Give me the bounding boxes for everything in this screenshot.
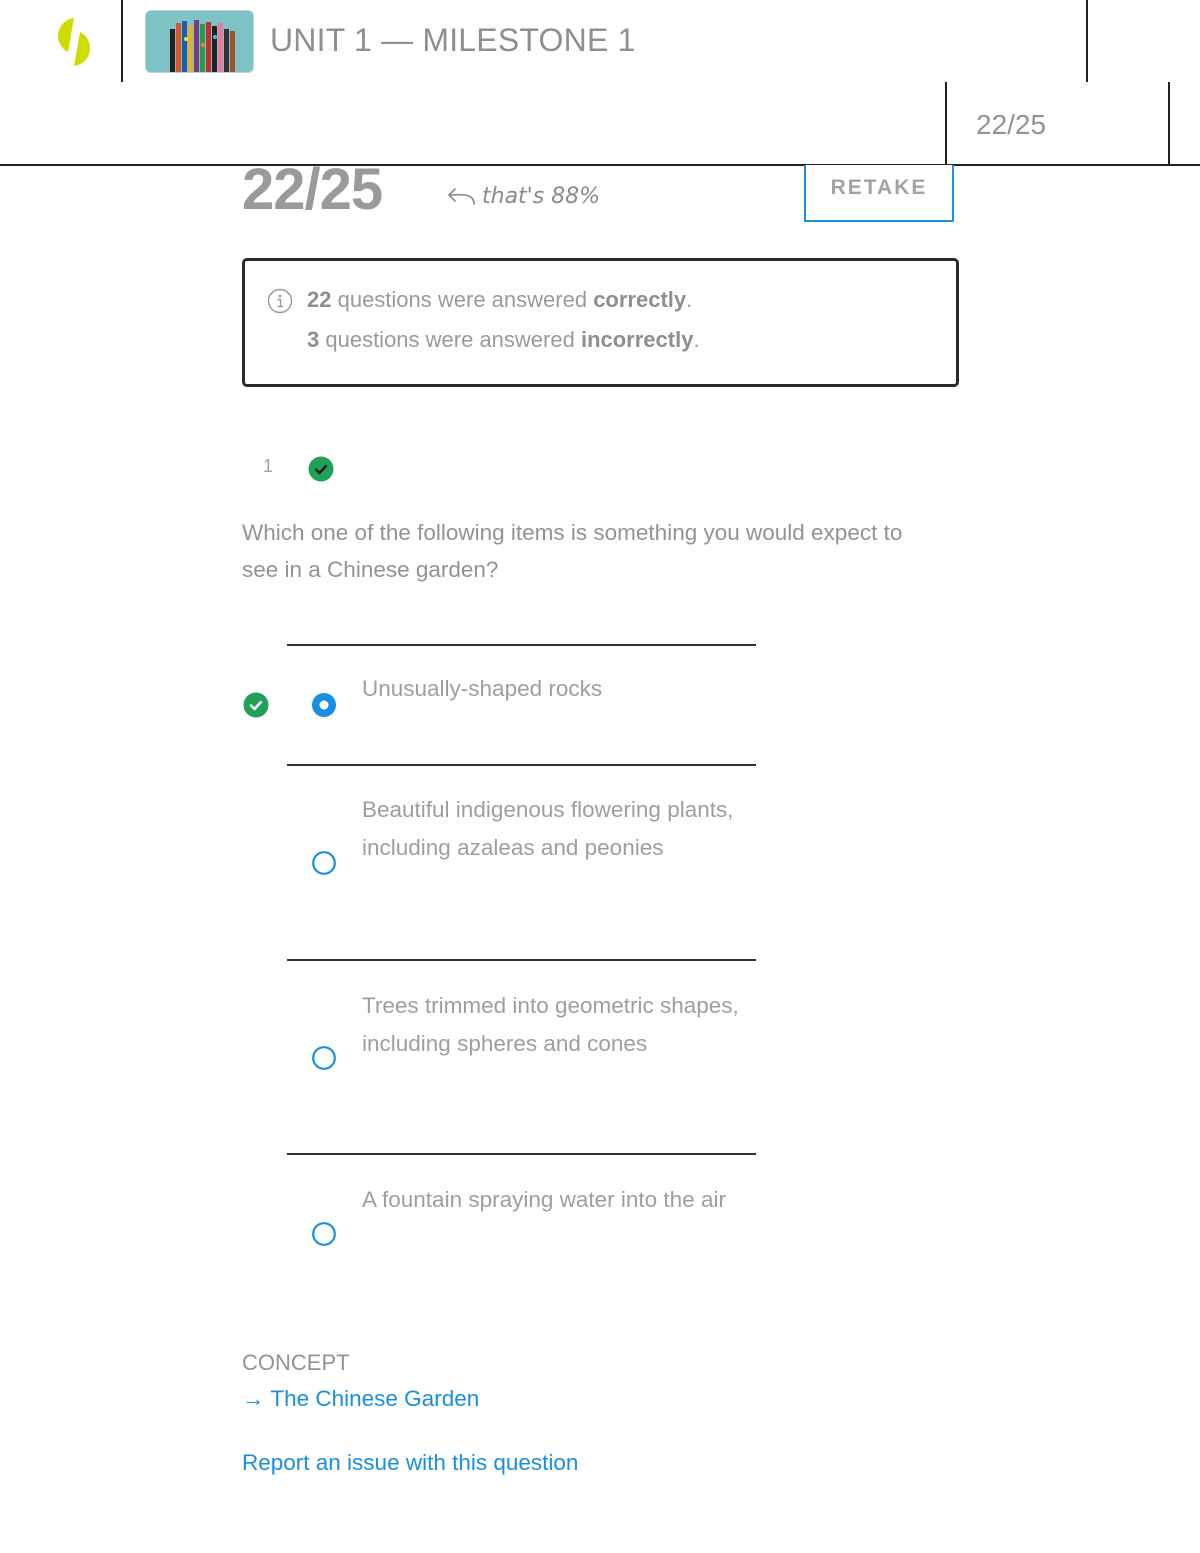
results-summary: 22 questions were answered correctly. 3 … — [242, 258, 959, 387]
summary-period: . — [686, 287, 693, 312]
correct-count: 22 — [307, 287, 332, 312]
curved-arrow-left-icon — [447, 187, 475, 205]
concept-link-text: The Chinese Garden — [270, 1386, 480, 1411]
result-score: 22/25 — [242, 157, 383, 222]
summary-correct: 22 questions were answered correctly. — [307, 287, 692, 313]
header-divider — [1086, 0, 1088, 82]
percent-note-text: that's 88% — [482, 184, 601, 209]
correct-answer-icon — [243, 692, 269, 718]
radio-unselected[interactable] — [312, 1222, 336, 1246]
question-number: 1 — [263, 456, 274, 476]
app-logo-icon[interactable] — [52, 16, 98, 68]
option-label: Trees trimmed into geometric shapes, inc… — [362, 993, 739, 1056]
score-panel-left-border — [945, 82, 947, 165]
option-divider — [287, 1153, 756, 1155]
concept-link[interactable]: → The Chinese Garden — [242, 1386, 479, 1412]
radio-unselected[interactable] — [312, 1046, 336, 1070]
option-label: Unusually-shaped rocks — [362, 676, 603, 701]
unit-thumbnail — [145, 10, 254, 73]
summary-period: . — [693, 327, 700, 352]
header-divider — [121, 0, 123, 82]
report-issue-link[interactable]: Report an issue with this question — [242, 1450, 578, 1476]
option-label: A fountain spraying water into the air — [362, 1187, 726, 1212]
correct-word: correctly — [593, 287, 687, 312]
summary-text: questions were answered — [319, 327, 581, 352]
question-correct-icon — [308, 456, 334, 482]
summary-incorrect: 3 questions were answered incorrectly. — [307, 327, 700, 353]
radio-selected[interactable] — [312, 693, 336, 717]
percent-note: that's 88% — [446, 184, 600, 209]
page-title: UNIT 1 — MILESTONE 1 — [270, 22, 636, 58]
option-divider — [287, 644, 756, 646]
question-text: Which one of the following items is some… — [242, 520, 903, 582]
retake-button[interactable]: RETAKE — [804, 165, 954, 222]
incorrect-count: 3 — [307, 327, 320, 352]
score-panel-right-border — [1168, 82, 1170, 165]
header-bottom-border — [0, 164, 1200, 166]
incorrect-word: incorrectly — [580, 327, 694, 352]
option-divider — [287, 959, 756, 961]
option-label: Beautiful indigenous flowering plants, i… — [362, 797, 734, 860]
header-score: 22/25 — [976, 109, 1047, 140]
summary-text: questions were answered — [331, 287, 594, 312]
arrow-right-icon: → — [242, 1386, 265, 1411]
option-divider — [287, 764, 756, 766]
paint-brushes-icon — [170, 20, 235, 72]
info-icon — [267, 288, 293, 314]
concept-label: CONCEPT — [242, 1350, 350, 1375]
radio-unselected[interactable] — [312, 851, 336, 875]
